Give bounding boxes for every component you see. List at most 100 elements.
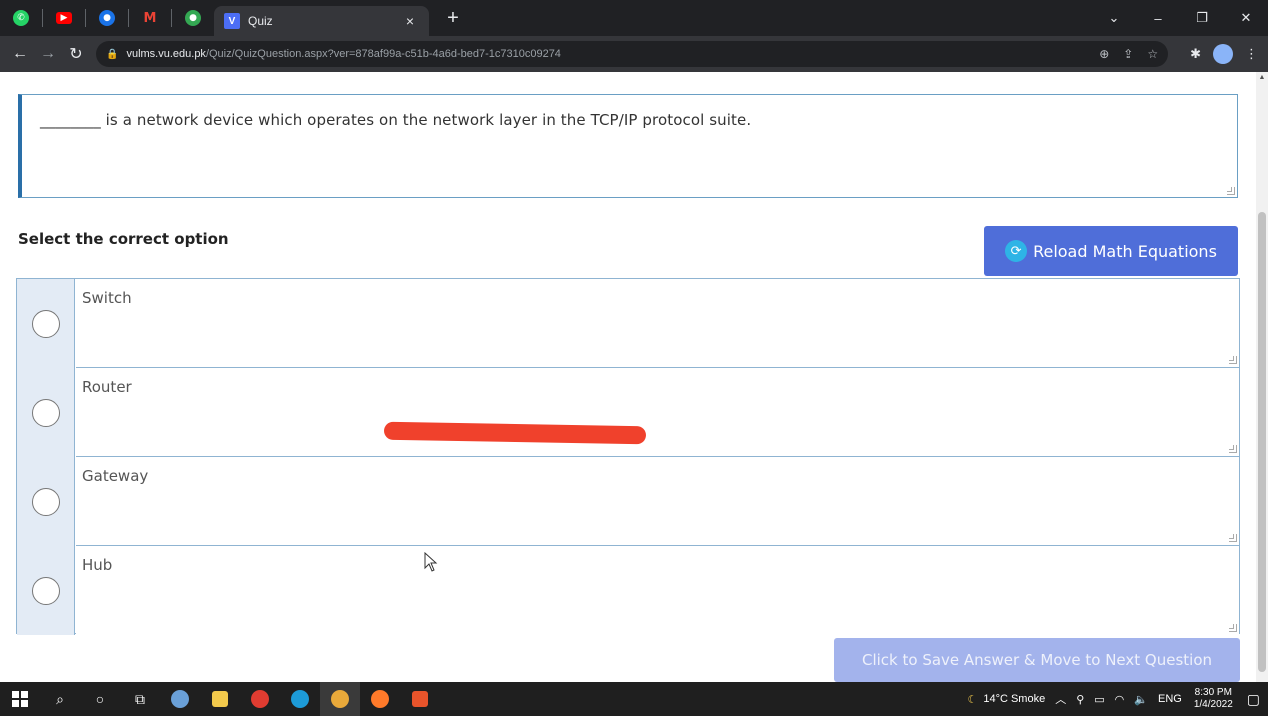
file-explorer-icon[interactable] (200, 682, 240, 716)
page-viewport: ________ is a network device which opera… (0, 72, 1268, 682)
clock-time: 8:30 PM (1194, 687, 1232, 698)
notifications-icon[interactable]: ▢ (1247, 691, 1260, 708)
office-app-icon[interactable] (400, 682, 440, 716)
pinned-tabs: ✆ ▶ ● M ● (0, 0, 214, 36)
app-icon: ● (185, 10, 201, 26)
language-indicator[interactable]: ENG (1158, 693, 1182, 705)
bookmark-star-icon[interactable]: ☆ (1147, 47, 1158, 61)
question-textbox[interactable]: ________ is a network device which opera… (18, 94, 1238, 198)
app-icon: ● (99, 10, 115, 26)
restore-button[interactable]: ❐ (1180, 10, 1224, 26)
option-textbox[interactable]: Router (76, 368, 1239, 457)
tab-close-icon[interactable]: × (401, 13, 419, 29)
menu-kebab-icon[interactable]: ⋮ (1245, 46, 1258, 62)
share-icon[interactable]: ⇪ (1123, 47, 1133, 61)
option-radio-switch[interactable] (31, 309, 60, 338)
reload-math-equations-button[interactable]: ⟳ Reload Math Equations (984, 226, 1238, 276)
option-radio-cell (17, 368, 75, 457)
refresh-icon: ⟳ (1005, 240, 1028, 262)
option-label: Switch (82, 289, 132, 307)
chrome-icon[interactable] (320, 682, 360, 716)
reload-button-label: Reload Math Equations (1033, 241, 1217, 261)
battery-icon[interactable]: ▭ (1094, 693, 1104, 706)
new-tab-button[interactable]: + (441, 7, 465, 30)
network-icon[interactable]: ◠ (1115, 693, 1125, 706)
option-radio-cell (17, 457, 75, 546)
weather-text[interactable]: 14°C Smoke (983, 693, 1045, 705)
select-option-label: Select the correct option (18, 230, 229, 248)
profile-avatar[interactable] (1213, 44, 1233, 64)
blue-app-tab[interactable]: ● (96, 7, 118, 29)
forward-icon[interactable]: → (34, 45, 62, 63)
option-textbox[interactable]: Gateway (76, 457, 1239, 546)
option-radio-cell (17, 279, 75, 368)
option-row-hub: Hub (17, 546, 1239, 635)
tray-chevron-icon[interactable]: ︿ (1055, 691, 1066, 707)
tab-title: Quiz (248, 14, 273, 28)
tab-separator (128, 9, 129, 27)
resize-grip-icon[interactable] (1229, 534, 1237, 542)
close-button[interactable]: ✕ (1224, 10, 1268, 26)
whatsapp-tab[interactable]: ✆ (10, 7, 32, 29)
option-row-gateway: Gateway (17, 457, 1239, 546)
firefox-icon[interactable] (360, 682, 400, 716)
resize-grip-icon[interactable] (1229, 445, 1237, 453)
question-text: ________ is a network device which opera… (40, 111, 752, 129)
edge-icon[interactable] (280, 682, 320, 716)
url-actions: ⊕ ⇪ ☆ (1085, 47, 1158, 61)
resize-grip-icon[interactable] (1227, 187, 1235, 195)
option-radio-cell (17, 546, 75, 635)
option-radio-gateway[interactable] (31, 487, 60, 516)
tab-quiz[interactable]: V Quiz × (214, 6, 429, 36)
options-table: Switch Router Gateway Hub (16, 278, 1240, 635)
taskbar-apps: ⌕ ○ ⧉ (0, 682, 440, 716)
green-app-tab[interactable]: ● (182, 7, 204, 29)
weather-icon[interactable]: ☾ (967, 693, 977, 706)
task-view-icon[interactable]: ⧉ (120, 682, 160, 716)
scrollbar-thumb[interactable] (1258, 212, 1266, 672)
tab-search-icon[interactable]: ⌄ (1092, 10, 1136, 26)
weather-app-icon[interactable] (160, 682, 200, 716)
system-tray: ☾ 14°C Smoke ︿ ⚲ ▭ ◠ 🔈 ENG 8:30 PM 1/4/2… (957, 682, 1268, 716)
lock-icon[interactable]: 🔒 (106, 49, 118, 60)
search-icon[interactable]: ⌕ (40, 682, 80, 716)
clock[interactable]: 8:30 PM 1/4/2022 (1194, 687, 1233, 711)
opera-icon[interactable] (240, 682, 280, 716)
volume-icon[interactable]: 🔈 (1134, 693, 1148, 706)
gmail-tab[interactable]: M (139, 7, 161, 29)
tab-separator (42, 9, 43, 27)
whatsapp-icon: ✆ (13, 10, 29, 26)
mouse-cursor-icon (424, 552, 438, 572)
tab-separator (85, 9, 86, 27)
cortana-icon[interactable]: ○ (80, 682, 120, 716)
browser-tab-strip: ✆ ▶ ● M ● V Quiz × + ⌄ – ❐ ✕ (0, 0, 1268, 36)
option-radio-hub[interactable] (31, 576, 60, 605)
reload-icon[interactable]: ↻ (62, 44, 90, 64)
page-scrollbar[interactable]: ▲ (1256, 72, 1268, 682)
url-bar[interactable]: 🔒 vulms.vu.edu.pk /Quiz/QuizQuestion.asp… (96, 41, 1169, 67)
option-label: Hub (82, 556, 113, 574)
minimize-button[interactable]: – (1136, 11, 1180, 26)
gmail-icon: M (143, 10, 157, 26)
windows-logo-icon (12, 691, 28, 707)
usb-icon[interactable]: ⚲ (1076, 693, 1084, 706)
youtube-icon: ▶ (56, 12, 72, 24)
clock-date: 1/4/2022 (1193, 699, 1233, 710)
start-button[interactable] (0, 682, 40, 716)
option-textbox[interactable]: Switch (76, 279, 1239, 368)
tab-separator (171, 9, 172, 27)
scroll-up-icon[interactable]: ▲ (1256, 74, 1268, 81)
zoom-icon[interactable]: ⊕ (1099, 47, 1109, 61)
resize-grip-icon[interactable] (1229, 356, 1237, 364)
option-textbox[interactable]: Hub (76, 546, 1239, 635)
save-and-next-button[interactable]: Click to Save Answer & Move to Next Ques… (834, 638, 1240, 682)
option-radio-router[interactable] (31, 398, 60, 427)
url-host: vulms.vu.edu.pk (126, 48, 206, 60)
back-icon[interactable]: ← (6, 45, 34, 63)
resize-grip-icon[interactable] (1229, 624, 1237, 632)
extensions-area: ✱ ⋮ (1178, 44, 1268, 64)
windows-taskbar: ⌕ ○ ⧉ ☾ 14°C Smoke ︿ ⚲ ▭ ◠ 🔈 ENG 8:30 PM… (0, 682, 1268, 716)
youtube-tab[interactable]: ▶ (53, 7, 75, 29)
address-toolbar: ← → ↻ 🔒 vulms.vu.edu.pk /Quiz/QuizQuesti… (0, 36, 1268, 72)
extensions-puzzle-icon[interactable]: ✱ (1190, 46, 1201, 62)
